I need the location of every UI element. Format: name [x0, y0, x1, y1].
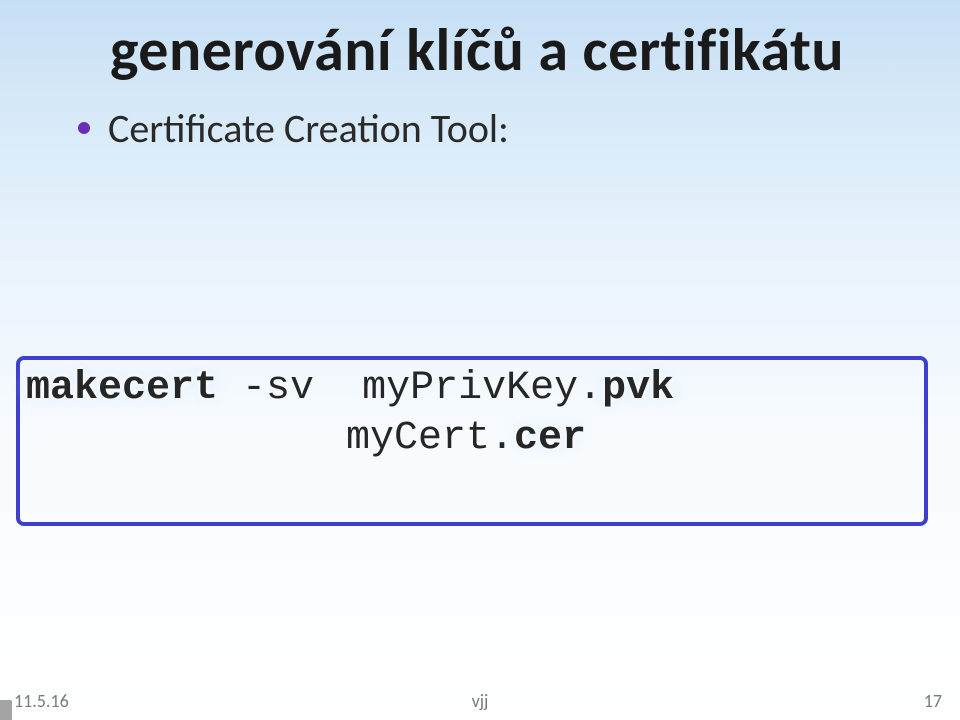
code-command: makecert	[26, 366, 218, 411]
code-box: makecert -sv myPrivKey.pvk myCert.cer	[16, 356, 928, 526]
code-flag: -sv	[242, 366, 314, 411]
code-file2-base: myCert.	[346, 416, 514, 461]
code-file2-ext: cer	[514, 416, 586, 461]
bullet-text: Certificate Creation Tool:	[108, 104, 509, 153]
slide: generování klíčů a certifikátu Certifica…	[0, 0, 960, 720]
corner-icon	[0, 700, 12, 720]
code-line-1: makecert -sv myPrivKey.pvk	[26, 364, 918, 414]
code-file1-base: myPrivKey.	[362, 366, 602, 411]
code-line-2: myCert.cer	[26, 414, 918, 464]
footer-page: 17	[924, 690, 942, 712]
code-sep	[218, 366, 242, 411]
code-gap	[314, 366, 362, 411]
bullet-row: Certificate Creation Tool:	[78, 104, 509, 153]
slide-title: generování klíčů a certifikátu	[110, 14, 844, 87]
footer-author: vjj	[472, 690, 489, 712]
code-file1-ext: pvk	[602, 366, 674, 411]
bullet-icon	[78, 122, 90, 134]
footer-date: 11.5.16	[14, 690, 69, 712]
